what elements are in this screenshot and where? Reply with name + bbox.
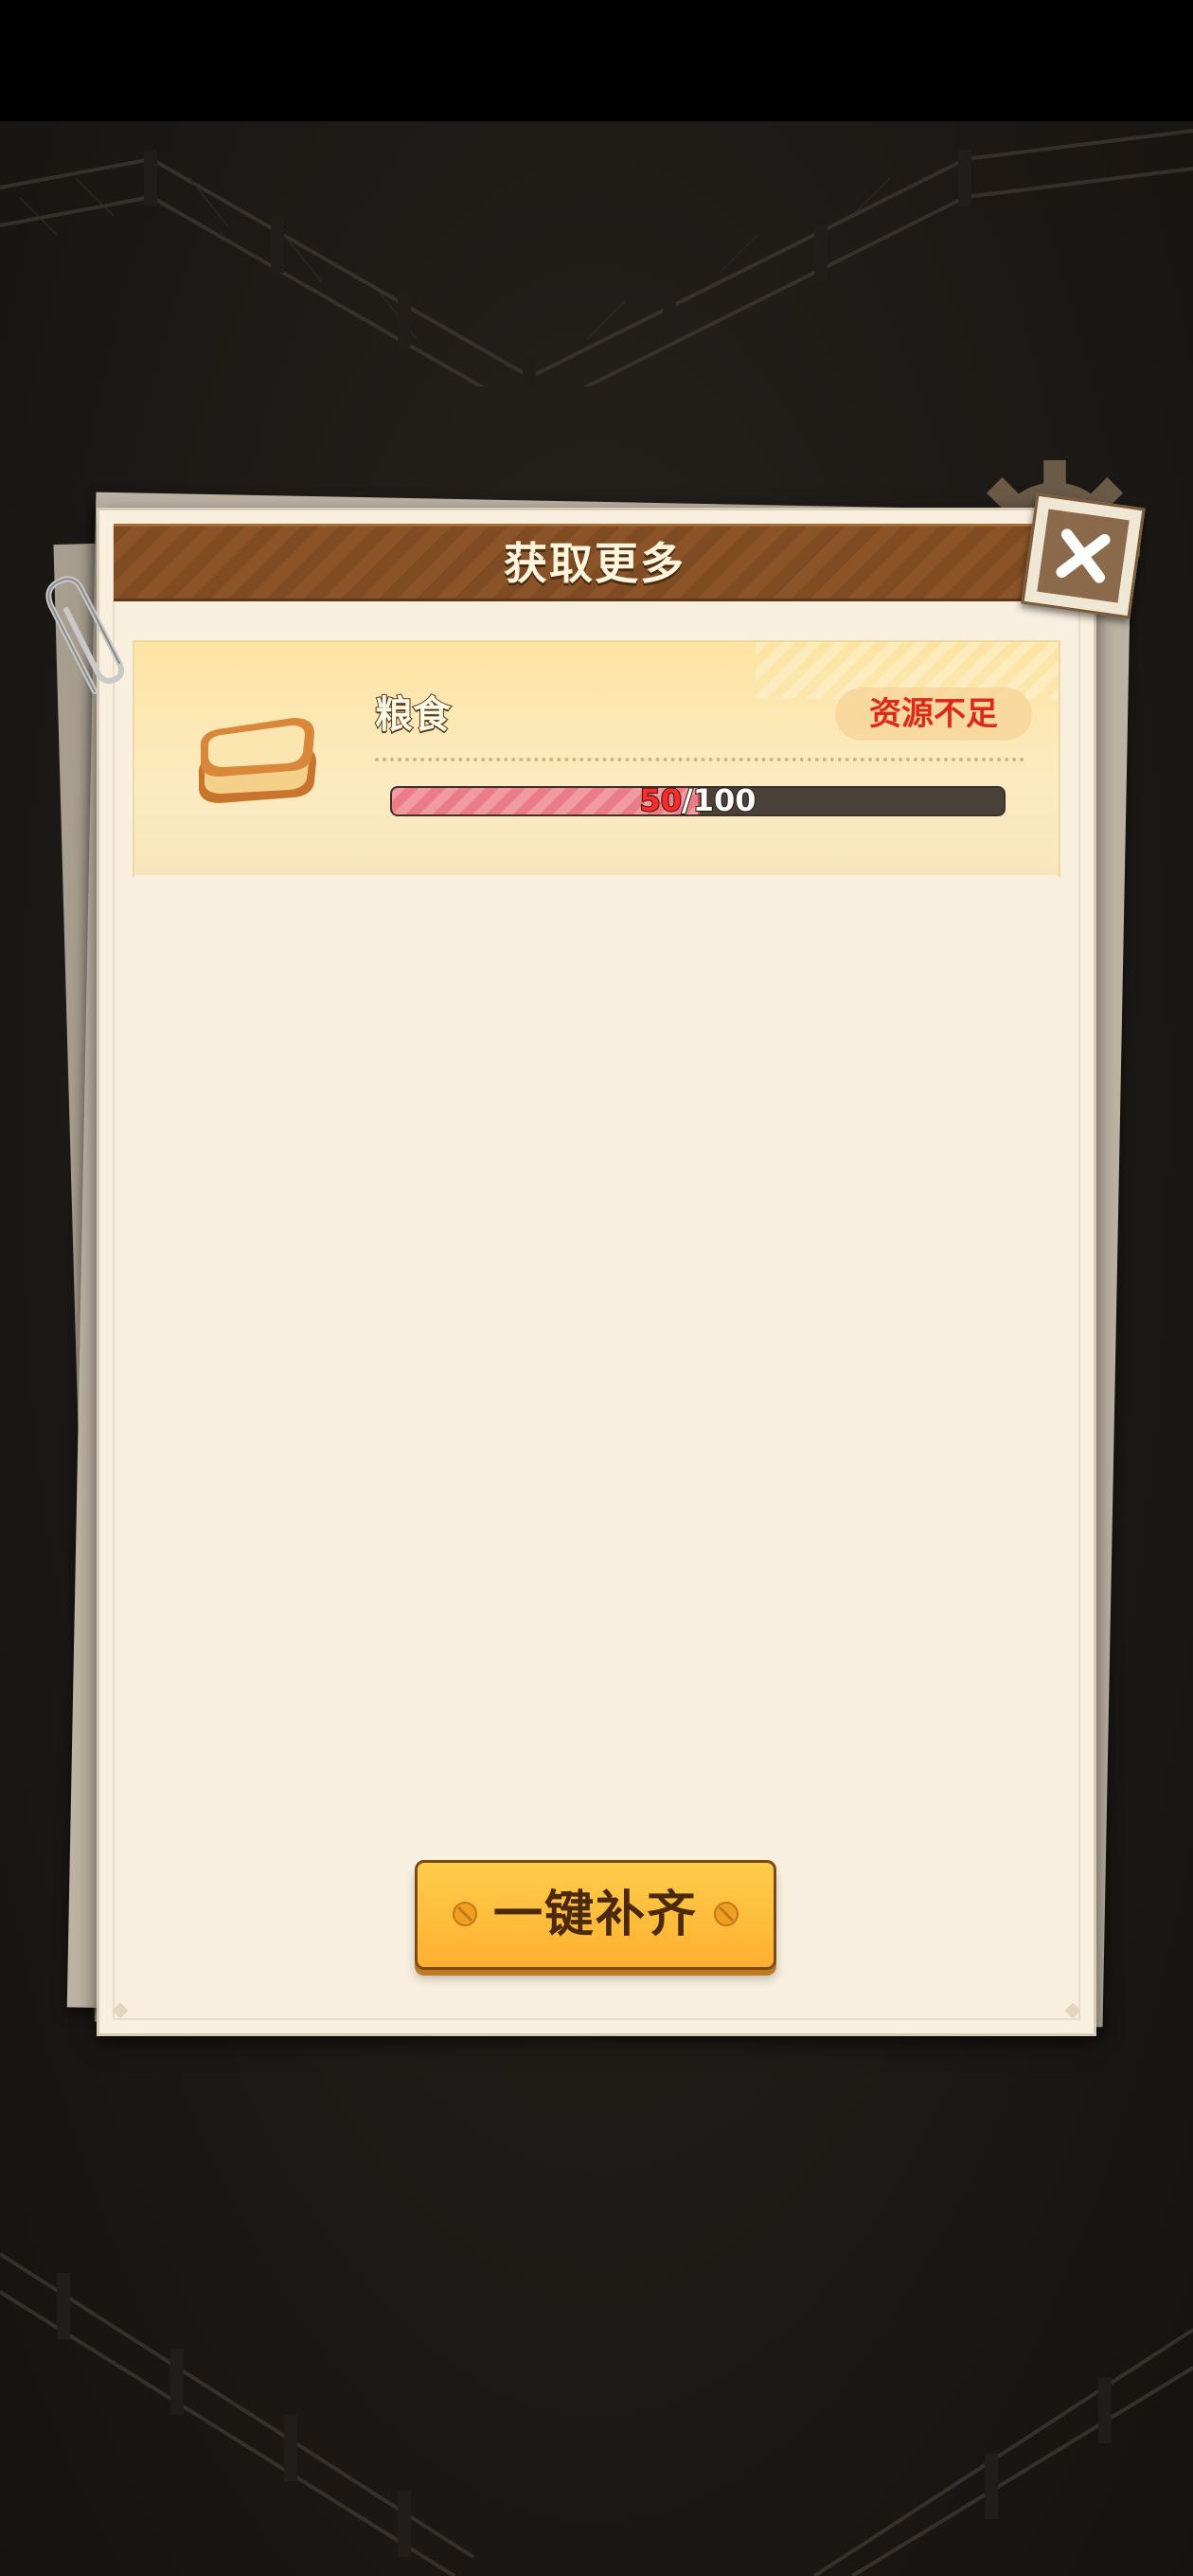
dialog-header: 获取更多 [114,524,1076,601]
close-button[interactable] [1021,492,1146,619]
progress-text: 50/100 [390,781,1006,819]
progress-separator: / [681,781,694,819]
bread-icon [198,718,316,803]
divider [375,758,1024,761]
card-scalloped-edge [134,871,1059,883]
fence-bottom-decoration [0,2252,1193,2576]
dialog-title: 获取更多 [504,538,686,589]
progress-current: 50 [638,781,683,819]
close-icon [1056,528,1111,583]
status-badge: 资源不足 [835,688,1032,741]
fence-top-decoration [0,129,1193,386]
bolt-icon [714,1902,739,1926]
progress-max: 100 [692,781,757,819]
status-bar [0,0,1193,121]
item-name: 粮食 [374,692,452,738]
fill-all-button[interactable]: 一键补齐 [415,1860,776,1970]
resource-card: 粮食 资源不足 50/100 [133,640,1060,883]
